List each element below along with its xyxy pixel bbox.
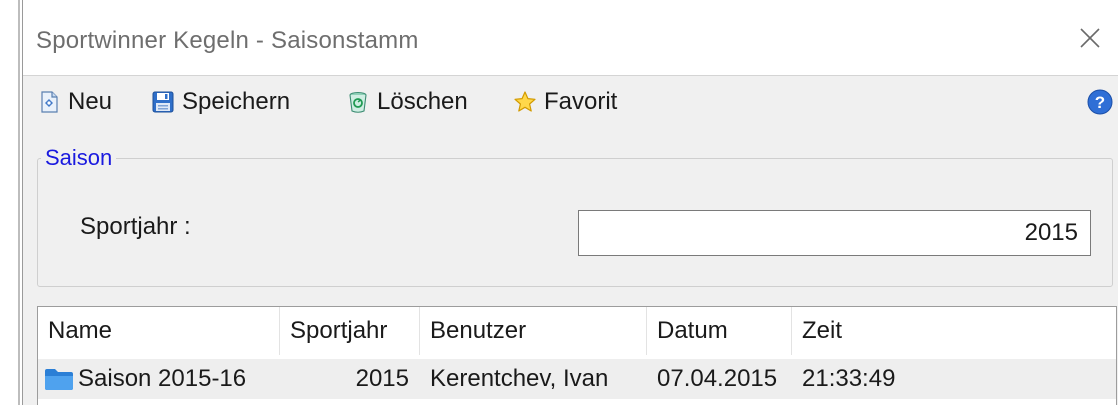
column-header-name[interactable]: Name — [38, 307, 280, 355]
sportjahr-label: Sportjahr : — [80, 213, 191, 240]
delete-button[interactable]: Löschen — [346, 80, 468, 124]
dialog-window: Sportwinner Kegeln - Saisonstamm Neu Spe… — [22, 0, 1118, 405]
season-list: Name Sportjahr Benutzer Datum Zeit Saiso… — [37, 306, 1117, 405]
svg-text:?: ? — [1095, 93, 1105, 112]
star-icon — [514, 91, 536, 112]
folder-icon — [45, 369, 73, 390]
sportjahr-input[interactable] — [578, 210, 1091, 256]
recycle-bin-icon — [349, 92, 367, 113]
season-group-legend: Saison — [41, 145, 117, 171]
left-window-edge — [0, 0, 20, 405]
cell-zeit: 21:33:49 — [802, 365, 896, 392]
close-button[interactable] — [1070, 18, 1110, 58]
cell-name: Saison 2015-16 — [78, 365, 247, 392]
cell-benutzer: Kerentchev, Ivan — [430, 365, 609, 392]
delete-button-label: Löschen — [377, 88, 468, 115]
new-button-label: Neu — [68, 88, 113, 115]
floppy-save-icon — [152, 91, 174, 113]
column-header-zeit[interactable]: Zeit — [792, 307, 1118, 355]
column-header-sportjahr[interactable]: Sportjahr — [280, 307, 420, 355]
list-header: Name Sportjahr Benutzer Datum Zeit — [38, 307, 1116, 355]
new-button[interactable]: Neu — [37, 80, 112, 124]
favorite-button-label: Favorit — [544, 88, 618, 115]
save-button[interactable]: Speichern — [151, 80, 290, 124]
help-icon[interactable]: ? — [1086, 88, 1114, 116]
close-icon — [1080, 28, 1100, 48]
title-bar: Sportwinner Kegeln - Saisonstamm — [23, 0, 1118, 76]
favorite-button[interactable]: Favorit — [513, 80, 617, 124]
new-document-icon — [41, 91, 58, 113]
column-header-benutzer[interactable]: Benutzer — [420, 307, 647, 355]
table-row[interactable]: Saison 2015-16 2015 Kerentchev, Ivan 07.… — [38, 359, 1116, 399]
toolbar: Neu Speichern Löschen Favorit ? — [23, 80, 1118, 124]
window-title: Sportwinner Kegeln - Saisonstamm — [36, 27, 419, 54]
save-button-label: Speichern — [182, 88, 291, 115]
cell-datum: 07.04.2015 — [657, 365, 778, 392]
column-header-datum[interactable]: Datum — [647, 307, 792, 355]
cell-sportjahr: 2015 — [355, 365, 409, 392]
